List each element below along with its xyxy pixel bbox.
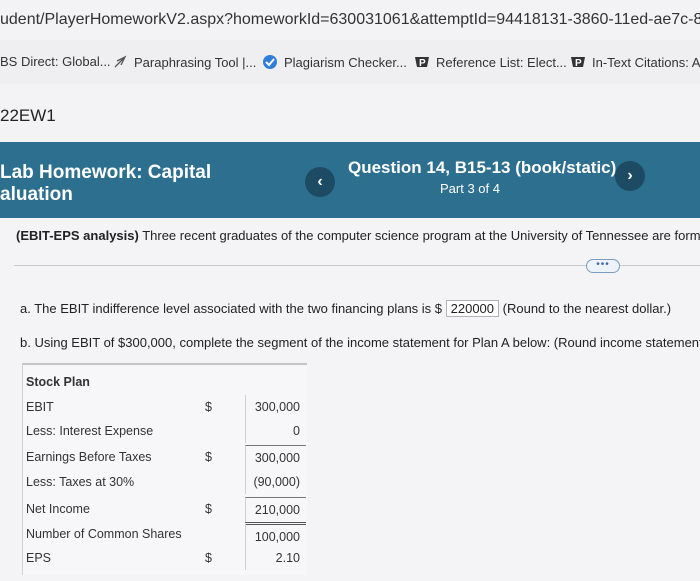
table-row: EBIT $ 300,000	[23, 395, 307, 419]
table-row: Earnings Before Taxes $ 300,000	[23, 445, 307, 470]
intro-bold: (EBIT-EPS analysis)	[16, 228, 139, 243]
row-label: Less: Taxes at 30%	[26, 475, 135, 489]
value-cell: (90,000)	[245, 470, 306, 494]
homework-title-line2: aluation	[0, 184, 73, 205]
question-part: Part 3 of 4	[440, 181, 500, 196]
question-title: Question 14, B15-13 (book/static)	[348, 158, 617, 177]
row-label: EPS	[26, 551, 52, 565]
p-badge-icon: P	[414, 54, 430, 70]
bookmark-label: Paraphrasing Tool |...	[134, 54, 257, 70]
p-badge-icon: P	[570, 54, 586, 70]
bookmark-label: Reference List: Elect...	[436, 54, 567, 70]
row-label: Earnings Before Taxes	[26, 450, 152, 464]
row-label: EBIT	[26, 400, 54, 414]
row-value: 300,000	[254, 451, 300, 465]
part-b: b. Using EBIT of $300,000, complete the …	[20, 335, 700, 350]
value-cell: 2.10	[245, 546, 306, 570]
feather-icon	[112, 54, 128, 70]
bookmark-label: Plagiarism Checker...	[284, 54, 407, 70]
table-row: Net Income $ 210,000	[23, 497, 307, 522]
table-row: Number of Common Shares 100,000	[23, 522, 307, 549]
part-a-text: a. The EBIT indifference level associate…	[20, 301, 446, 316]
previous-question-button[interactable]: ‹	[305, 167, 335, 197]
row-value: 300,000	[254, 400, 300, 414]
homework-title-line1: Lab Homework: Capital	[0, 162, 212, 183]
table-row: Less: Taxes at 30% (90,000)	[23, 470, 307, 494]
row-label: Net Income	[26, 502, 90, 516]
part-b-text: b. Using EBIT of $300,000, complete the …	[20, 335, 700, 350]
part-a-hint: (Round to the nearest dollar.)	[499, 301, 672, 316]
homework-title: Lab Homework: Capital aluation	[0, 162, 211, 206]
row-value: 2.10	[275, 551, 300, 565]
value-cell: 100,000	[245, 522, 306, 549]
table-header: Stock Plan	[23, 370, 307, 394]
row-label: Less: Interest Expense	[26, 424, 154, 438]
value-cell: 300,000	[245, 395, 306, 419]
value-cell: 300,000	[245, 445, 306, 470]
svg-text:P: P	[575, 58, 582, 69]
table-header-label: Stock Plan	[26, 375, 90, 389]
row-dollar: $	[205, 450, 212, 464]
bookmark-label: In-Text Citations: A...	[592, 54, 700, 70]
row-dollar: $	[205, 551, 212, 565]
table-row: Less: Interest Expense 0	[23, 419, 307, 443]
row-value: 100,000	[254, 530, 300, 544]
course-header: 22EW1	[0, 84, 700, 142]
bookmark-paraphrasing-tool[interactable]: Paraphrasing Tool |...	[112, 54, 256, 70]
part-a: a. The EBIT indifference level associate…	[20, 300, 671, 317]
more-button[interactable]: •••	[586, 259, 620, 273]
question-intro: (EBIT-EPS analysis) Three recent graduat…	[16, 228, 700, 243]
url-text: udent/PlayerHomeworkV2.aspx?homeworkId=6…	[0, 11, 700, 28]
svg-text:P: P	[419, 58, 426, 69]
next-question-button[interactable]: ›	[615, 161, 645, 191]
bookmark-reference-list[interactable]: P Reference List: Elect...	[414, 54, 567, 70]
bookmark-label: BS Direct: Global...	[0, 54, 111, 69]
row-value: 210,000	[254, 503, 300, 517]
row-dollar: $	[205, 502, 212, 516]
part-a-answer-field[interactable]: 220000	[445, 300, 500, 317]
bookmark-in-text-citations[interactable]: P In-Text Citations: A...	[570, 54, 700, 70]
bookmark-bs-direct[interactable]: BS Direct: Global...	[0, 54, 111, 69]
row-value: 0	[293, 424, 300, 438]
homework-banner: Lab Homework: Capital aluation	[0, 142, 700, 218]
chevron-left-icon: ‹	[317, 173, 323, 190]
checker-icon	[262, 54, 278, 70]
course-code: 22EW1	[0, 106, 56, 125]
address-bar[interactable]: udent/PlayerHomeworkV2.aspx?homeworkId=6…	[0, 0, 700, 40]
value-cell: 0	[245, 419, 306, 443]
bookmark-plagiarism-checker[interactable]: Plagiarism Checker...	[262, 54, 407, 70]
value-cell: 210,000	[245, 497, 306, 522]
income-statement-table: Stock Plan EBIT $ 300,000 Less: Interest…	[22, 363, 307, 575]
row-value: (90,000)	[253, 475, 300, 489]
intro-text: Three recent graduates of the computer s…	[138, 228, 700, 243]
row-dollar: $	[205, 400, 212, 414]
row-label: Number of Common Shares	[26, 527, 182, 541]
bookmarks-bar: BS Direct: Global... Paraphrasing Tool |…	[0, 40, 700, 85]
table-row: EPS $ 2.10	[23, 546, 307, 570]
chevron-right-icon: ›	[627, 167, 633, 184]
